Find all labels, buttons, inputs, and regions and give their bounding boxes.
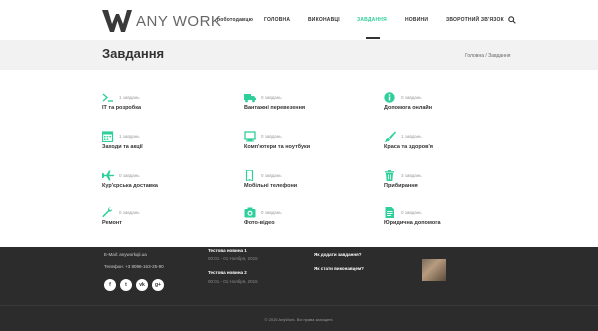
wrench-icon bbox=[102, 207, 113, 218]
category-name[interactable]: Вантажні перевезення bbox=[244, 105, 305, 111]
category-courier[interactable]: 0 завдань Кур'єрська доставка bbox=[102, 170, 242, 194]
copyright-text: © 2015 AnyWork. Всі права захищені. bbox=[264, 317, 334, 322]
brush-icon bbox=[384, 131, 396, 142]
googleplus-icon[interactable]: g+ bbox=[152, 279, 164, 291]
category-count: 0 завдань bbox=[261, 210, 282, 215]
footer-news-title[interactable]: Тестова новина 1 bbox=[208, 248, 247, 253]
category-name[interactable]: Кур'єрська доставка bbox=[102, 183, 158, 189]
footer-divider bbox=[0, 305, 598, 306]
category-count: 0 завдань bbox=[261, 173, 282, 178]
logo-text: ANY WORK bbox=[136, 12, 222, 30]
footer-phone[interactable]: Телефон: +3 8096-163-25-90 bbox=[104, 264, 164, 269]
active-nav-underline bbox=[366, 37, 380, 39]
page-title: Завдання bbox=[102, 46, 165, 61]
category-name[interactable]: Ремонт bbox=[102, 220, 122, 226]
category-computers[interactable]: 0 завдань Комп'ютери та ноутбуки bbox=[244, 131, 384, 155]
nav-item-home[interactable]: ГОЛОВНА bbox=[264, 17, 290, 23]
document-icon bbox=[385, 207, 394, 218]
category-name[interactable]: Фото-відео bbox=[244, 220, 275, 226]
category-count: 3 завдань bbox=[401, 173, 422, 178]
trash-icon bbox=[385, 170, 394, 181]
breadcrumb[interactable]: Головна / Завдання bbox=[465, 53, 511, 59]
nav-item-tasks[interactable]: ЗАВДАННЯ bbox=[357, 17, 387, 23]
category-name[interactable]: Прибирання bbox=[384, 183, 418, 189]
category-cleaning[interactable]: 3 завдань Прибирання bbox=[384, 170, 524, 194]
category-name[interactable]: Юридична допомога bbox=[384, 220, 441, 226]
category-count: 0 завдань bbox=[119, 210, 140, 215]
footer-news-title[interactable]: Тестова новина 2 bbox=[208, 270, 247, 275]
footer-news-date: 00:01 - 01 Ноября, 2015 bbox=[208, 279, 258, 284]
site-footer: E-Mail: anyworkqii.ua Телефон: +3 8096-1… bbox=[0, 247, 598, 331]
category-count: 1 завдань bbox=[119, 134, 140, 139]
footer-photo-thumbnail[interactable] bbox=[422, 259, 446, 281]
facebook-icon[interactable]: f bbox=[104, 279, 116, 291]
page: ANY WORK роботодавцю ГОЛОВНА ВИКОНАВЦІ З… bbox=[0, 0, 598, 331]
category-online-help[interactable]: 0 завдань Допомога онлайн bbox=[384, 92, 524, 116]
category-count: 0 завдань bbox=[401, 95, 422, 100]
truck-icon bbox=[244, 94, 256, 103]
category-count: 0 завдань bbox=[261, 95, 282, 100]
category-beauty[interactable]: 1 завдань Краса та здоров'я bbox=[384, 131, 524, 155]
category-count: 1 завдань bbox=[401, 134, 422, 139]
category-name[interactable]: Заходи та акції bbox=[102, 144, 143, 150]
page-title-bar: Завдання Головна / Завдання bbox=[0, 40, 598, 70]
laptop-icon bbox=[244, 131, 256, 142]
category-it[interactable]: 1 завдань IT та розробка bbox=[102, 92, 242, 116]
nav-item-feedback[interactable]: ЗВОРОТНИЙ ЗВ'ЯЗОК bbox=[446, 17, 504, 23]
nav-item-employer[interactable]: роботодавцю bbox=[217, 17, 253, 23]
camera-icon bbox=[244, 207, 256, 218]
category-name[interactable]: Мобільні телефони bbox=[244, 183, 297, 189]
logo-w-icon bbox=[102, 10, 132, 32]
nav-item-performers[interactable]: ВИКОНАВЦІ bbox=[308, 17, 340, 23]
category-cargo[interactable]: 0 завдань Вантажні перевезення bbox=[244, 92, 384, 116]
vk-icon[interactable]: vk bbox=[136, 279, 148, 291]
footer-email[interactable]: E-Mail: anyworkqii.ua bbox=[104, 252, 147, 257]
category-photo-video[interactable]: 0 завдань Фото-відео bbox=[244, 207, 384, 231]
calendar-icon bbox=[102, 131, 114, 142]
category-mobile[interactable]: 0 завдань Мобільні телефони bbox=[244, 170, 384, 194]
footer-link-become-performer[interactable]: Як стати виконавцем? bbox=[314, 266, 364, 271]
phone-icon bbox=[245, 170, 254, 181]
category-repair[interactable]: 0 завдань Ремонт bbox=[102, 207, 242, 231]
category-name[interactable]: Краса та здоров'я bbox=[384, 144, 433, 150]
info-icon bbox=[384, 92, 395, 103]
category-count: 0 завдань bbox=[119, 173, 140, 178]
category-name[interactable]: Допомога онлайн bbox=[384, 105, 432, 111]
category-legal[interactable]: 0 завдань Юридична допомога bbox=[384, 207, 524, 231]
category-count: 1 завдань bbox=[119, 95, 140, 100]
logo[interactable]: ANY WORK bbox=[102, 8, 221, 34]
plane-icon bbox=[102, 170, 114, 181]
category-name[interactable]: IT та розробка bbox=[102, 105, 141, 111]
site-header: ANY WORK роботодавцю ГОЛОВНА ВИКОНАВЦІ З… bbox=[0, 0, 598, 40]
category-name[interactable]: Комп'ютери та ноутбуки bbox=[244, 144, 310, 150]
category-count: 0 завдань bbox=[401, 210, 422, 215]
social-links: f t vk g+ bbox=[104, 279, 164, 291]
twitter-icon[interactable]: t bbox=[120, 279, 132, 291]
search-icon[interactable] bbox=[508, 16, 516, 24]
category-events[interactable]: 1 завдань Заходи та акції bbox=[102, 131, 242, 155]
category-count: 0 завдань bbox=[261, 134, 282, 139]
footer-link-add-task[interactable]: Як додати завдання? bbox=[314, 252, 361, 257]
terminal-icon bbox=[102, 93, 113, 102]
footer-news-date: 00:01 - 01 Ноября, 2015 bbox=[208, 256, 258, 261]
nav-item-news[interactable]: НОВИНИ bbox=[405, 17, 428, 23]
